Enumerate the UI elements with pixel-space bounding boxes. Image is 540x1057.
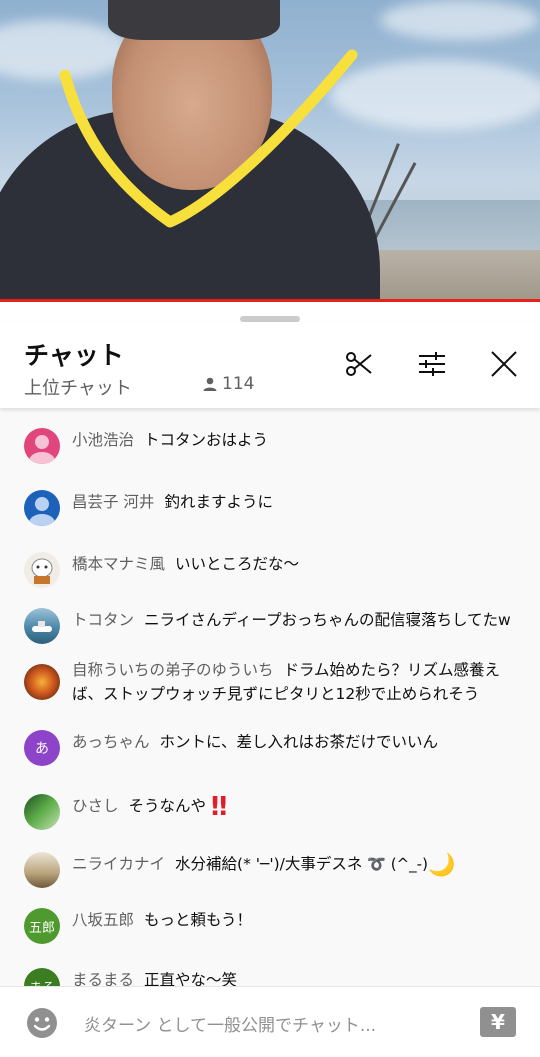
message-author[interactable]: 昌芸子 河井 xyxy=(72,493,154,511)
close-button[interactable] xyxy=(488,348,520,380)
chat-message[interactable]: 橋本マナミ風 いいところだな〜 xyxy=(24,552,524,588)
double-exclamation-emoji: ‼ xyxy=(210,792,227,822)
chat-mode-selector[interactable]: 上位チャット xyxy=(24,374,132,400)
avatar xyxy=(24,552,60,588)
chat-message[interactable]: あ あっちゃん ホントに、差し入れはお茶だけでいいん xyxy=(24,730,524,766)
chat-header: チャット 上位チャット 114 xyxy=(0,322,540,408)
message-author[interactable]: 橋本マナミ風 xyxy=(72,555,165,573)
video-player[interactable] xyxy=(0,0,540,302)
chat-message[interactable]: トコタン ニライさんディープおっちゃんの配信寝落ちしてたw xyxy=(24,608,524,644)
avatar: まる xyxy=(24,968,60,986)
chat-message[interactable]: まる まるまる正直やな〜笑 xyxy=(24,968,524,986)
scissors-icon xyxy=(346,352,372,376)
chat-message[interactable]: ひさし そうなんや ‼ xyxy=(24,794,524,830)
emoji-button[interactable] xyxy=(26,1007,58,1039)
message-author[interactable]: ひさし xyxy=(72,797,119,815)
message-text: 釣れますように xyxy=(164,493,273,511)
clip-button[interactable] xyxy=(343,348,375,380)
message-text: ホントに、差し入れはお茶だけでいいん xyxy=(159,733,439,751)
close-icon xyxy=(491,351,517,377)
smiley-icon xyxy=(27,1008,57,1038)
moon-emoji: 🌙 xyxy=(427,853,456,878)
message-text: もっと頼もう！ xyxy=(144,911,253,929)
chat-input-bar: 炎ターン として一般公開でチャット... ¥ xyxy=(0,986,540,1057)
avatar xyxy=(24,794,60,830)
message-text: そうなんや xyxy=(128,797,207,815)
avatar xyxy=(24,608,60,644)
message-emoji-text: ➰ (^_-) xyxy=(367,855,428,873)
message-text: トコタンおはよう xyxy=(144,431,269,449)
avatar-letter: 五郎 xyxy=(28,920,55,936)
yen-icon: ¥ xyxy=(491,1010,505,1034)
message-author[interactable]: まるまる xyxy=(72,971,134,986)
chat-panel: チャット 上位チャット 114 小池浩治 トコタンおはよう 昌芸子 河井 釣れま… xyxy=(0,302,540,1057)
avatar: 五郎 xyxy=(24,908,60,944)
message-text: ニライさんディープおっちゃんの配信寝落ちしてたw xyxy=(144,611,511,629)
chat-message[interactable]: 小池浩治 トコタンおはよう xyxy=(24,428,524,464)
filter-button[interactable] xyxy=(416,348,448,380)
avatar: あ xyxy=(24,730,60,766)
avatar xyxy=(24,664,60,700)
viewer-count: 114 xyxy=(202,374,254,394)
chat-input[interactable]: 炎ターン として一般公開でチャット... xyxy=(84,1011,376,1036)
super-chat-button[interactable]: ¥ xyxy=(480,1007,516,1037)
viewer-count-value: 114 xyxy=(222,374,255,394)
message-author[interactable]: 八坂五郎 xyxy=(72,911,134,929)
message-text: 正直やな〜笑 xyxy=(144,971,238,986)
avatar-letter: まる xyxy=(29,977,55,987)
message-author[interactable]: 小池浩治 xyxy=(72,431,134,449)
message-author[interactable]: 自称ういちの弟子のゆういち xyxy=(72,661,274,679)
message-author[interactable]: あっちゃん xyxy=(72,733,150,751)
avatar xyxy=(24,490,60,526)
chat-message[interactable]: ニライカナイ 水分補給(* '─')/大事デスネ ➰ (^_-)🌙 xyxy=(24,852,524,888)
message-text: いいところだな〜 xyxy=(175,555,300,573)
message-text: 水分補給(* '─')/大事デスネ xyxy=(175,855,363,873)
chat-message[interactable]: 昌芸子 河井 釣れますように xyxy=(24,490,524,526)
sliders-icon xyxy=(419,352,445,376)
avatar-letter: あ xyxy=(35,741,49,757)
chat-message-list[interactable]: 小池浩治 トコタンおはよう 昌芸子 河井 釣れますように 橋本マナミ風 いいところだな… xyxy=(0,408,540,986)
chat-message[interactable]: 自称ういちの弟子のゆういち ドラム始めたら？リズム感養えば、ストップウォッチ見ずに… xyxy=(24,658,524,706)
chat-message[interactable]: 五郎 八坂五郎 もっと頼もう！ xyxy=(24,908,524,944)
chat-title: チャット xyxy=(24,341,124,370)
avatar xyxy=(24,852,60,888)
yellow-drawing xyxy=(59,49,358,228)
message-author[interactable]: ニライカナイ xyxy=(72,855,165,873)
person-icon xyxy=(203,377,217,391)
avatar xyxy=(24,428,60,464)
message-author[interactable]: トコタン xyxy=(72,611,134,629)
